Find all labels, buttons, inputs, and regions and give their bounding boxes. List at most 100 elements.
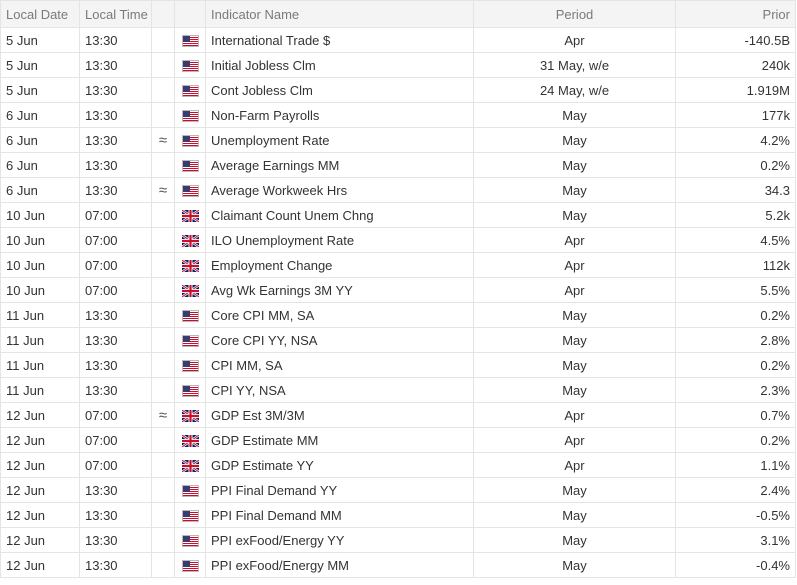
table-row[interactable]: 10 Jun 07:00 ILO Unemployment Rate Apr 4.5% bbox=[0, 227, 796, 253]
cell-local-time: 13:30 bbox=[79, 352, 152, 378]
table-row[interactable]: 12 Jun 13:30 PPI exFood/Energy MM May -0.4% bbox=[0, 552, 796, 578]
cell-prior: 4.5% bbox=[675, 227, 796, 253]
cell-indicator-name[interactable]: PPI Final Demand YY bbox=[205, 477, 474, 503]
cell-indicator-name[interactable]: International Trade $ bbox=[205, 27, 474, 53]
cell-indicator-name[interactable]: GDP Estimate MM bbox=[205, 427, 474, 453]
cell-local-time: 07:00 bbox=[79, 252, 152, 278]
cell-period: Apr bbox=[473, 27, 676, 53]
header-approx bbox=[151, 0, 175, 28]
us-flag-icon bbox=[181, 360, 199, 373]
table-row[interactable]: 10 Jun 07:00 Claimant Count Unem Chng May 5.… bbox=[0, 202, 796, 228]
cell-indicator-name[interactable]: Cont Jobless Clm bbox=[205, 77, 474, 103]
us-flag-icon bbox=[181, 560, 199, 573]
cell-indicator-name[interactable]: Core CPI MM, SA bbox=[205, 302, 474, 328]
cell-indicator-name[interactable]: GDP Est 3M/3M bbox=[205, 402, 474, 428]
table-row[interactable]: 12 Jun 13:30 PPI exFood/Energy YY May 3.1% bbox=[0, 527, 796, 553]
cell-local-date: 5 Jun bbox=[0, 27, 80, 53]
cell-indicator-name[interactable]: Non-Farm Payrolls bbox=[205, 102, 474, 128]
table-row[interactable]: 6 Jun 13:30 Average Earnings MM May 0.2% bbox=[0, 152, 796, 178]
cell-indicator-name[interactable]: PPI Final Demand MM bbox=[205, 502, 474, 528]
cell-indicator-name[interactable]: Avg Wk Earnings 3M YY bbox=[205, 277, 474, 303]
table-row[interactable]: 12 Jun 13:30 PPI Final Demand YY May 2.4% bbox=[0, 477, 796, 503]
table-row[interactable]: 11 Jun 13:30 Core CPI YY, NSA May 2.8% bbox=[0, 327, 796, 353]
cell-local-date: 10 Jun bbox=[0, 252, 80, 278]
cell-indicator-name[interactable]: Average Workweek Hrs bbox=[205, 177, 474, 203]
cell-period: Apr bbox=[473, 252, 676, 278]
cell-local-time: 13:30 bbox=[79, 302, 152, 328]
approx-cell bbox=[151, 77, 175, 103]
cell-indicator-name[interactable]: GDP Estimate YY bbox=[205, 452, 474, 478]
cell-indicator-name[interactable]: Core CPI YY, NSA bbox=[205, 327, 474, 353]
cell-indicator-name[interactable]: Initial Jobless Clm bbox=[205, 52, 474, 78]
us-flag-icon bbox=[181, 510, 199, 523]
table-row[interactable]: 5 Jun 13:30 International Trade $ Apr -140.5… bbox=[0, 27, 796, 53]
cell-local-time: 07:00 bbox=[79, 402, 152, 428]
cell-local-date: 12 Jun bbox=[0, 502, 80, 528]
cell-local-date: 12 Jun bbox=[0, 427, 80, 453]
cell-indicator-name[interactable]: CPI MM, SA bbox=[205, 352, 474, 378]
cell-flag bbox=[174, 27, 206, 53]
approx-cell bbox=[151, 327, 175, 353]
cell-prior: 34.3 bbox=[675, 177, 796, 203]
uk-flag-icon bbox=[181, 435, 199, 448]
cell-prior: 112k bbox=[675, 252, 796, 278]
table-row[interactable]: 10 Jun 07:00 Employment Change Apr 112k bbox=[0, 252, 796, 278]
cell-prior: 1.1% bbox=[675, 452, 796, 478]
approx-cell bbox=[151, 102, 175, 128]
table-row[interactable]: 12 Jun 07:00 ≈ GDP Est 3M/3M Apr 0.7% bbox=[0, 402, 796, 428]
approx-cell bbox=[151, 227, 175, 253]
table-row[interactable]: 11 Jun 13:30 CPI MM, SA May 0.2% bbox=[0, 352, 796, 378]
approx-cell bbox=[151, 52, 175, 78]
uk-flag-icon bbox=[181, 235, 199, 248]
header-local-date[interactable]: Local Date bbox=[0, 0, 80, 28]
us-flag-icon bbox=[181, 35, 199, 48]
uk-flag-icon bbox=[181, 210, 199, 223]
table-row[interactable]: 12 Jun 07:00 GDP Estimate MM Apr 0.2% bbox=[0, 427, 796, 453]
cell-indicator-name[interactable]: PPI exFood/Energy YY bbox=[205, 527, 474, 553]
cell-period: May bbox=[473, 527, 676, 553]
us-flag-icon bbox=[181, 385, 199, 398]
cell-indicator-name[interactable]: Employment Change bbox=[205, 252, 474, 278]
us-flag-icon bbox=[181, 535, 199, 548]
table-row[interactable]: 5 Jun 13:30 Cont Jobless Clm 24 May, w/e 1.9… bbox=[0, 77, 796, 103]
table-row[interactable]: 12 Jun 13:30 PPI Final Demand MM May -0.5% bbox=[0, 502, 796, 528]
header-indicator-name[interactable]: Indicator Name bbox=[205, 0, 474, 28]
cell-prior: 1.919M bbox=[675, 77, 796, 103]
table-row[interactable]: 11 Jun 13:30 CPI YY, NSA May 2.3% bbox=[0, 377, 796, 403]
cell-prior: 2.4% bbox=[675, 477, 796, 503]
table-row[interactable]: 11 Jun 13:30 Core CPI MM, SA May 0.2% bbox=[0, 302, 796, 328]
cell-period: May bbox=[473, 177, 676, 203]
cell-indicator-name[interactable]: Claimant Count Unem Chng bbox=[205, 202, 474, 228]
cell-flag bbox=[174, 277, 206, 303]
table-row[interactable]: 5 Jun 13:30 Initial Jobless Clm 31 May, w/e… bbox=[0, 52, 796, 78]
cell-indicator-name[interactable]: PPI exFood/Energy MM bbox=[205, 552, 474, 578]
table-row[interactable]: 10 Jun 07:00 Avg Wk Earnings 3M YY Apr 5.5% bbox=[0, 277, 796, 303]
us-flag-icon bbox=[181, 160, 199, 173]
cell-flag bbox=[174, 252, 206, 278]
us-flag-icon bbox=[181, 310, 199, 323]
cell-flag bbox=[174, 477, 206, 503]
cell-local-date: 6 Jun bbox=[0, 102, 80, 128]
cell-local-time: 13:30 bbox=[79, 52, 152, 78]
cell-prior: -0.5% bbox=[675, 502, 796, 528]
approx-cell bbox=[151, 427, 175, 453]
cell-local-time: 13:30 bbox=[79, 377, 152, 403]
table-row[interactable]: 12 Jun 07:00 GDP Estimate YY Apr 1.1% bbox=[0, 452, 796, 478]
table-row[interactable]: 6 Jun 13:30 ≈ Unemployment Rate May 4.2% bbox=[0, 127, 796, 153]
cell-local-time: 13:30 bbox=[79, 502, 152, 528]
cell-indicator-name[interactable]: ILO Unemployment Rate bbox=[205, 227, 474, 253]
cell-indicator-name[interactable]: Average Earnings MM bbox=[205, 152, 474, 178]
header-period[interactable]: Period bbox=[473, 0, 676, 28]
us-flag-icon bbox=[181, 110, 199, 123]
table-row[interactable]: 6 Jun 13:30 ≈ Average Workweek Hrs May 34.3 bbox=[0, 177, 796, 203]
cell-indicator-name[interactable]: CPI YY, NSA bbox=[205, 377, 474, 403]
cell-prior: 0.7% bbox=[675, 402, 796, 428]
table-body: 5 Jun 13:30 International Trade $ Apr -140.5… bbox=[0, 27, 796, 578]
cell-indicator-name[interactable]: Unemployment Rate bbox=[205, 127, 474, 153]
header-local-time[interactable]: Local Time bbox=[79, 0, 152, 28]
cell-local-time: 07:00 bbox=[79, 202, 152, 228]
header-prior[interactable]: Prior bbox=[675, 0, 796, 28]
cell-local-date: 10 Jun bbox=[0, 227, 80, 253]
cell-flag bbox=[174, 152, 206, 178]
table-row[interactable]: 6 Jun 13:30 Non-Farm Payrolls May 177k bbox=[0, 102, 796, 128]
